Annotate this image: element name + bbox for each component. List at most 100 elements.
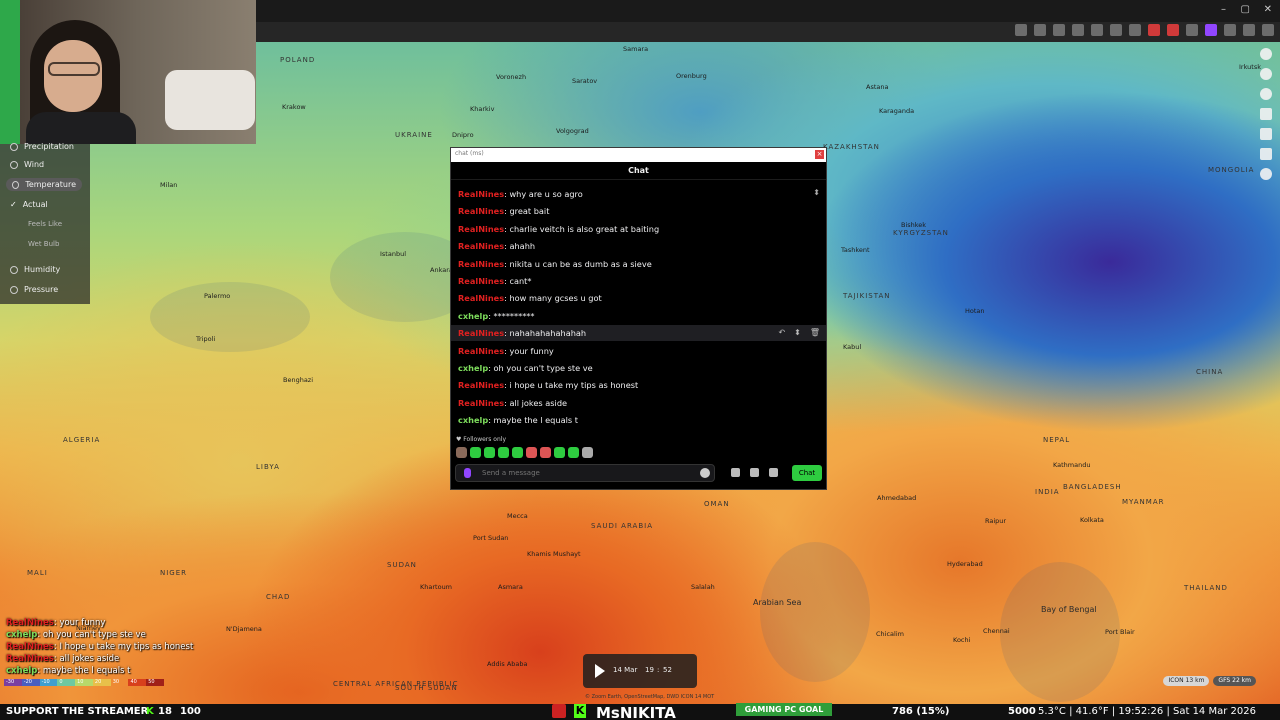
grid-icon[interactable] — [1260, 148, 1272, 160]
chat-message[interactable]: RealNines: great bait — [458, 203, 549, 219]
chat-message[interactable]: cxhelp: oh you can't type ste ve — [458, 360, 593, 376]
minimize-icon[interactable]: – — [1221, 4, 1226, 15]
close-icon[interactable]: × — [815, 150, 824, 159]
chat-username[interactable]: cxhelp — [458, 363, 488, 373]
pin-icon[interactable]: ⬍ — [813, 188, 820, 197]
menu-icon[interactable] — [1262, 24, 1274, 36]
chat-username[interactable]: RealNines — [458, 398, 504, 408]
pin-icon[interactable]: ⬍ — [794, 325, 801, 341]
timeline-minute[interactable]: 52 — [663, 666, 672, 674]
layer-precipitation[interactable]: Precipitation — [10, 142, 74, 151]
chat-username[interactable]: RealNines — [458, 206, 504, 216]
emote-icon[interactable] — [456, 447, 467, 458]
timeline-hour[interactable]: 19 — [645, 666, 654, 674]
emote-icon[interactable] — [484, 447, 495, 458]
extension-icon[interactable] — [1148, 24, 1160, 36]
extension-icon[interactable] — [1224, 24, 1236, 36]
temp-actual[interactable]: ✓ Actual — [10, 200, 48, 209]
mic-icon[interactable] — [464, 468, 471, 478]
map-place-label: Istanbul — [380, 250, 407, 258]
search-icon[interactable] — [1260, 48, 1272, 60]
settings-icon[interactable] — [769, 468, 778, 477]
chat-message[interactable]: RealNines: cant* — [458, 273, 531, 289]
maximize-icon[interactable]: ▢ — [1241, 4, 1250, 15]
legend-swatch: 30 — [110, 679, 129, 686]
chat-message[interactable]: RealNines: how many gcses u got — [458, 290, 602, 306]
profile-icon[interactable] — [1243, 24, 1255, 36]
emote-icon[interactable] — [470, 447, 481, 458]
chat-message[interactable]: cxhelp: ********** — [458, 308, 535, 324]
emote-icon[interactable] — [526, 447, 537, 458]
reply-icon[interactable]: ↶ — [778, 325, 785, 341]
emoji-icon[interactable] — [700, 468, 710, 478]
model-gfs-button[interactable]: GFS 22 km — [1213, 676, 1256, 686]
share-icon[interactable] — [1260, 108, 1272, 120]
extension-icon[interactable] — [1167, 24, 1179, 36]
ruler-icon[interactable] — [1260, 128, 1272, 140]
chat-send-button[interactable]: Chat — [792, 465, 822, 481]
chat-titlebar[interactable]: chat (ms) × — [451, 148, 826, 162]
chat-message[interactable]: RealNines: charlie veitch is also great … — [458, 221, 659, 237]
time-slider[interactable]: 14 Mar 19 : 52 — [583, 654, 697, 688]
emote-icon[interactable] — [512, 447, 523, 458]
extension-icon[interactable] — [1110, 24, 1122, 36]
goal-target: 5000 — [1008, 706, 1036, 717]
legend-label: 20 — [94, 679, 102, 685]
timeline-date[interactable]: 14 Mar — [613, 666, 637, 674]
extension-icon[interactable] — [1034, 24, 1046, 36]
chat-username[interactable]: RealNines — [458, 241, 504, 251]
extension-icon[interactable] — [1186, 24, 1198, 36]
chat-input-box[interactable] — [455, 464, 715, 482]
model-icon-button[interactable]: ICON 13 km — [1163, 676, 1210, 686]
extension-icon[interactable] — [1091, 24, 1103, 36]
chat-username[interactable]: RealNines — [458, 380, 504, 390]
chat-message[interactable]: cxhelp: maybe the l equals t — [458, 412, 578, 428]
chat-username[interactable]: RealNines — [458, 328, 504, 338]
chat-message[interactable]: RealNines: why are u so agro — [458, 186, 583, 202]
emote-icon[interactable] — [554, 447, 565, 458]
chat-username[interactable]: RealNines — [458, 346, 504, 356]
play-icon[interactable] — [595, 664, 605, 678]
layer-temperature[interactable]: Temperature — [6, 178, 82, 191]
chat-username[interactable]: RealNines — [458, 189, 504, 199]
chat-message[interactable]: RealNines: i hope u take my tips as hone… — [458, 377, 638, 393]
chat-username[interactable]: cxhelp — [458, 415, 488, 425]
chat-message[interactable]: RealNines: nahahahahahahah ↶ ⬍ 🗑 — [451, 325, 826, 342]
bookmark-star-icon[interactable] — [1053, 24, 1065, 36]
gear-icon[interactable] — [1260, 68, 1272, 80]
chat-message[interactable]: RealNines: nikita u can be as dumb as a … — [458, 256, 652, 272]
chat-username[interactable]: RealNines — [458, 259, 504, 269]
emote-icon[interactable] — [540, 447, 551, 458]
chat-username[interactable]: RealNines — [458, 224, 504, 234]
map-place-label: Arabian Sea — [753, 598, 802, 607]
chat-username[interactable]: cxhelp — [458, 311, 488, 321]
locate-icon[interactable] — [1260, 168, 1272, 180]
emote-icon[interactable] — [568, 447, 579, 458]
emote-icon[interactable] — [498, 447, 509, 458]
map-place-label: Orenburg — [676, 72, 707, 80]
support-label: SUPPORT THE STREAMER — [6, 706, 149, 717]
extension-icon[interactable] — [1015, 24, 1027, 36]
info-icon[interactable] — [1260, 88, 1272, 100]
emote-icon[interactable] — [582, 447, 593, 458]
chat-message[interactable]: RealNines: your funny — [458, 343, 554, 359]
temp-feels-like[interactable]: Feels Like — [28, 220, 62, 228]
layer-wind[interactable]: Wind — [10, 160, 44, 169]
chat-username[interactable]: RealNines — [458, 276, 504, 286]
layer-pressure[interactable]: Pressure — [10, 285, 58, 294]
download-icon[interactable] — [1072, 24, 1084, 36]
gift-icon[interactable] — [750, 468, 759, 477]
bits-icon[interactable] — [731, 468, 740, 477]
chat-message-input[interactable] — [482, 467, 682, 479]
layer-humidity[interactable]: Humidity — [10, 265, 60, 274]
chat-message[interactable]: RealNines: all jokes aside — [458, 395, 567, 411]
close-window-icon[interactable]: ✕ — [1264, 4, 1272, 15]
chat-username[interactable]: RealNines — [458, 293, 504, 303]
chat-message[interactable]: RealNines: ahahh — [458, 238, 535, 254]
browser-tab-strip[interactable]: – ▢ ✕ — [256, 0, 1280, 22]
delete-icon[interactable]: 🗑 — [810, 325, 820, 341]
temp-wet-bulb[interactable]: Wet Bulb — [28, 240, 59, 248]
extension-icon[interactable] — [1129, 24, 1141, 36]
twitch-extension-icon[interactable] — [1205, 24, 1217, 36]
legend-label: 10 — [77, 679, 84, 685]
